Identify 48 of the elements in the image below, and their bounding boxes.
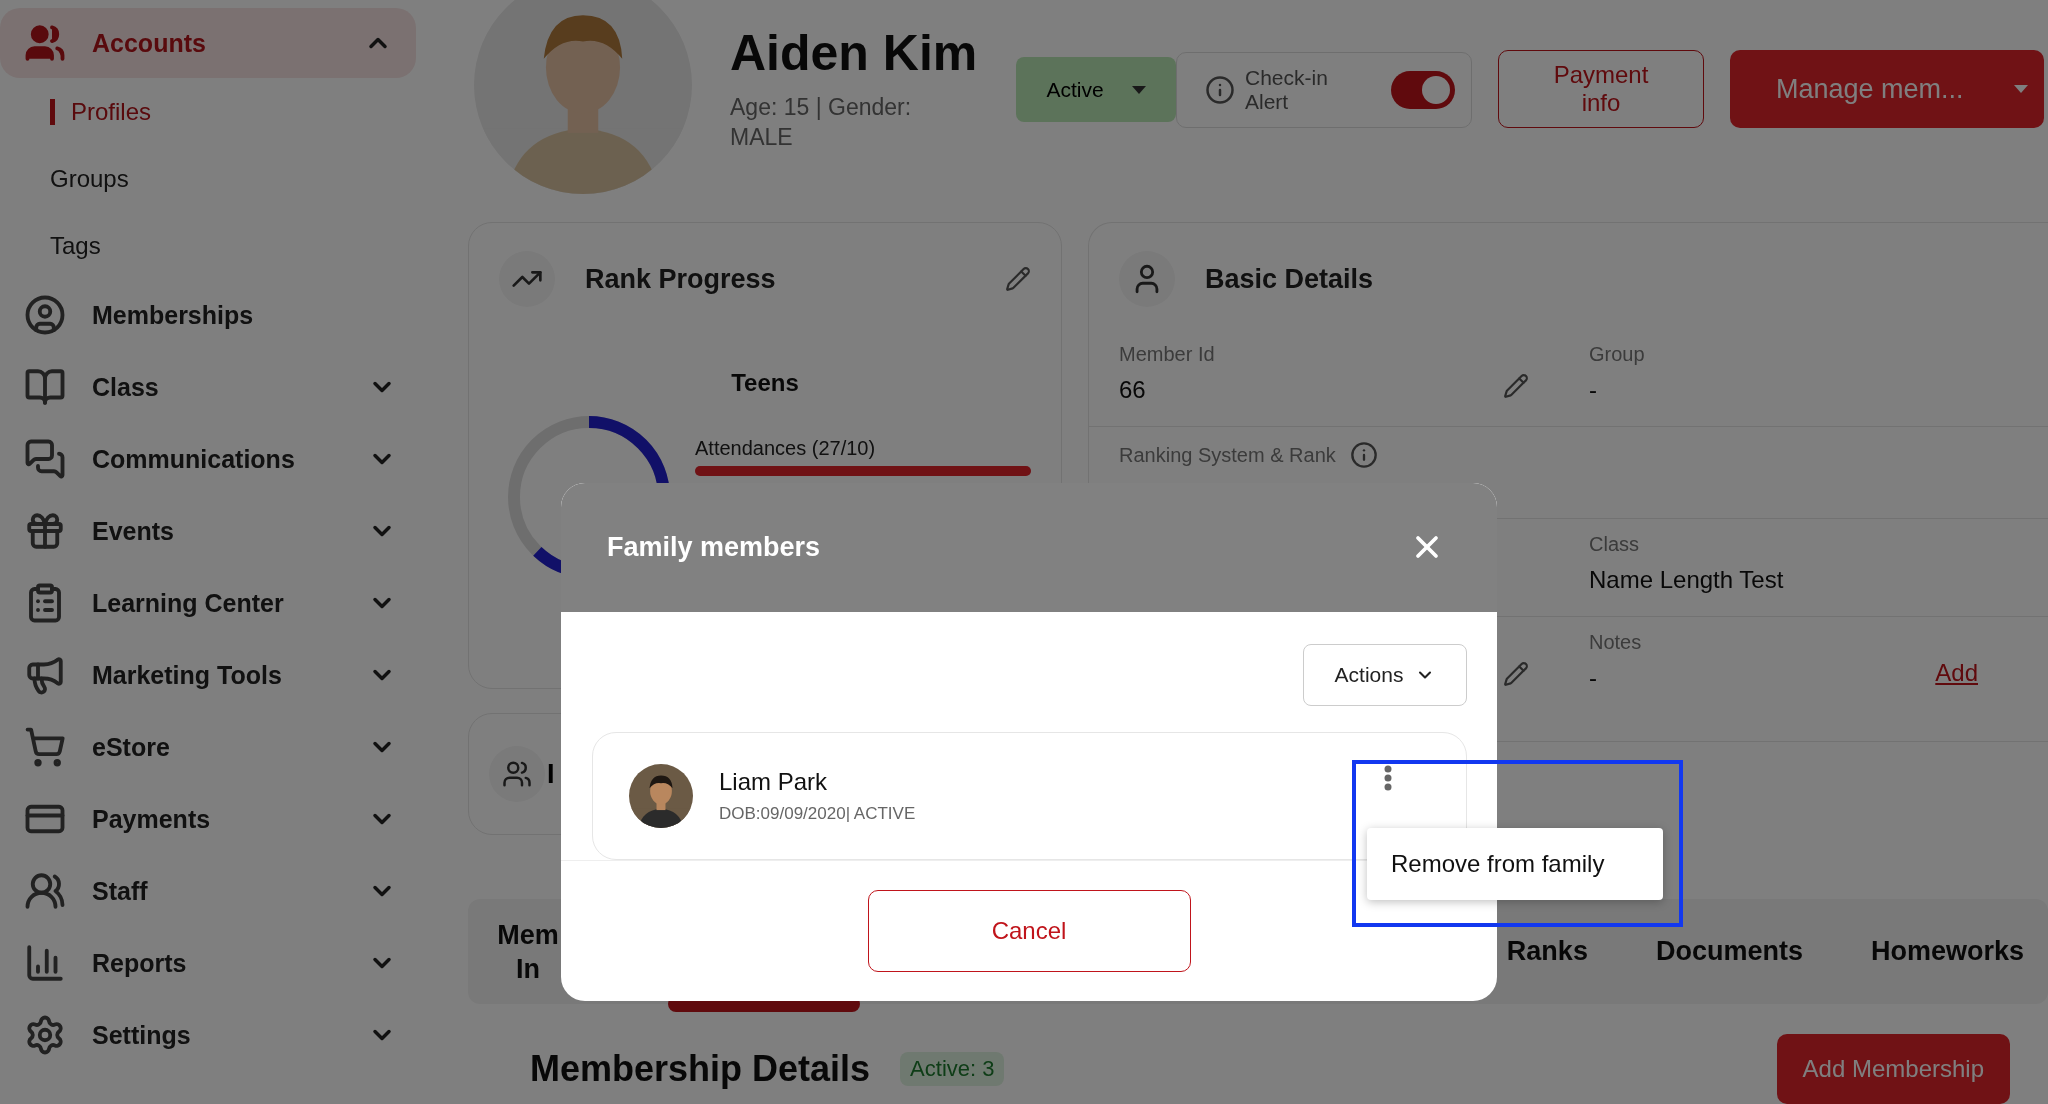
actions-dropdown[interactable]: Actions: [1303, 643, 1467, 706]
tab[interactable]: Ranks: [1482, 899, 1612, 1004]
field-label: Notes: [1589, 631, 1643, 655]
add-membership-button[interactable]: Add Membership: [1776, 1034, 2010, 1104]
sidebar-item[interactable]: Memberships: [0, 279, 420, 351]
sidebar-item[interactable]: Reports: [0, 927, 420, 999]
field-value: 66: [1119, 376, 1147, 405]
card-title: I: [547, 758, 555, 790]
sidebar-item[interactable]: Settings: [0, 999, 420, 1071]
tab[interactable]: Mem In: [468, 899, 588, 1004]
member-name: Liam Park: [719, 767, 829, 796]
rank-group: Teens: [499, 369, 1031, 398]
field-value: -: [1589, 376, 1598, 405]
dialog-title: Family members: [607, 531, 821, 563]
card-title: Basic Details: [1205, 263, 1375, 295]
manage-membership-button[interactable]: Manage mem...: [1730, 50, 2044, 128]
field-label: Ranking System & Rank: [1119, 443, 1336, 467]
payment-info-button[interactable]: Payment info: [1498, 50, 1704, 128]
sidebar-item[interactable]: Events: [0, 495, 420, 567]
active-count-badge: Active: 3: [900, 1052, 1005, 1086]
field-value: Name Length Test: [1589, 566, 1785, 595]
section-title: Membership Details: [530, 1048, 871, 1090]
attendance-label: Attendances (27/10): [695, 437, 877, 461]
status-dropdown[interactable]: Active: [1016, 57, 1176, 122]
cancel-button[interactable]: Cancel: [867, 890, 1191, 973]
sidebar-subitem[interactable]: Profiles: [0, 78, 420, 145]
sidebar-item[interactable]: Payments: [0, 783, 420, 855]
member-details: DOB:09/09/2020| ACTIVE: [719, 803, 917, 824]
checkin-label: Check-in Alert: [1245, 66, 1329, 114]
sidebar-subitem[interactable]: Tags: [0, 212, 420, 279]
field-label: Group: [1589, 343, 1646, 367]
sidebar-item[interactable]: Class: [0, 351, 420, 423]
field-label: Member Id: [1119, 343, 1216, 367]
sidebar-item[interactable]: Marketing Tools: [0, 639, 420, 711]
sidebar-item[interactable]: Communications: [0, 423, 420, 495]
field-label: Class: [1589, 533, 1640, 557]
tab[interactable]: Documents: [1631, 899, 1827, 1004]
sidebar-item[interactable]: eStore: [0, 711, 420, 783]
sidebar-item[interactable]: Staff: [0, 855, 420, 927]
tab[interactable]: Homeworks: [1846, 899, 2048, 1004]
menu-item[interactable]: Remove from family: [1367, 849, 1605, 878]
add-notes-link[interactable]: Add: [1935, 659, 1978, 688]
sidebar-item[interactable]: Accounts: [0, 8, 416, 78]
member-details: Age: 15 | Gender: MALE: [730, 93, 913, 152]
sidebar-item[interactable]: Learning Center: [0, 567, 420, 639]
card-title: Rank Progress: [585, 263, 777, 295]
field-value: -: [1589, 664, 1598, 693]
sidebar-subitem[interactable]: Groups: [0, 145, 420, 212]
